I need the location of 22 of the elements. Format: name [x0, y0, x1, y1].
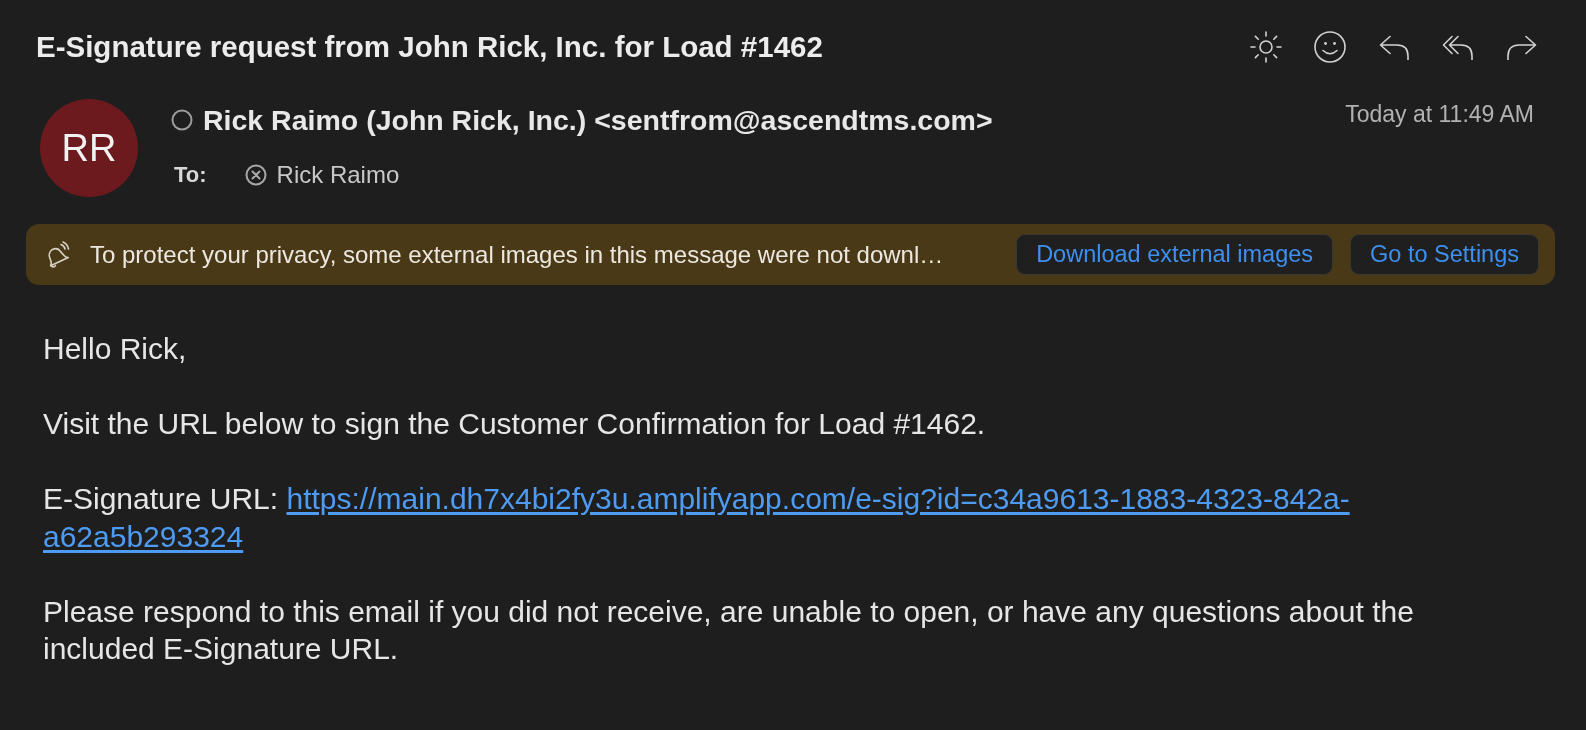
received-date: Today at 11:49 AM [1345, 100, 1534, 129]
ring-icon [171, 109, 193, 131]
body-paragraph: Visit the URL below to sign the Customer Confirmation for Load #1462. [43, 406, 987, 442]
email-subject: E-Signature request from John Rick, Inc. for Load #1462 [36, 29, 823, 65]
sun-icon[interactable] [1250, 31, 1282, 63]
reply-icon[interactable] [1378, 34, 1410, 60]
signature-url-link[interactable]: a62a5b293324 [43, 519, 244, 553]
to-label: To: [174, 162, 207, 188]
banner-button[interactable]: Download external images [1016, 234, 1334, 275]
body-paragraph: Please respond to this email if you did not receive, are unable to open, or have any questions about the included E-Signature URL. [43, 593, 1415, 667]
forward-icon[interactable] [1506, 34, 1538, 60]
smiley-icon[interactable] [1314, 31, 1346, 63]
x-circle-icon [244, 164, 267, 186]
signature-url-link[interactable]: https://main.dh7x4bi2fy3u.amplifyapp.com/e-sig?id=c34a9613-1883-4323-842a- [286, 482, 1350, 515]
banner-button[interactable]: Go to Settings [1350, 234, 1539, 275]
avatar-initials: RR [40, 99, 138, 197]
sender-name[interactable]: Rick Raimo (John Rick, Inc.) <sentfrom@ascendtms.com> [203, 103, 993, 137]
url-label: E-Signature URL: [43, 482, 279, 515]
recipient-name[interactable]: Rick Raimo [276, 161, 400, 189]
body-paragraph: Hello Rick, [43, 331, 188, 367]
privacy-message: To protect your privacy, some external images in this message were not downl… [90, 240, 945, 269]
reply-all-icon[interactable] [1442, 34, 1474, 60]
